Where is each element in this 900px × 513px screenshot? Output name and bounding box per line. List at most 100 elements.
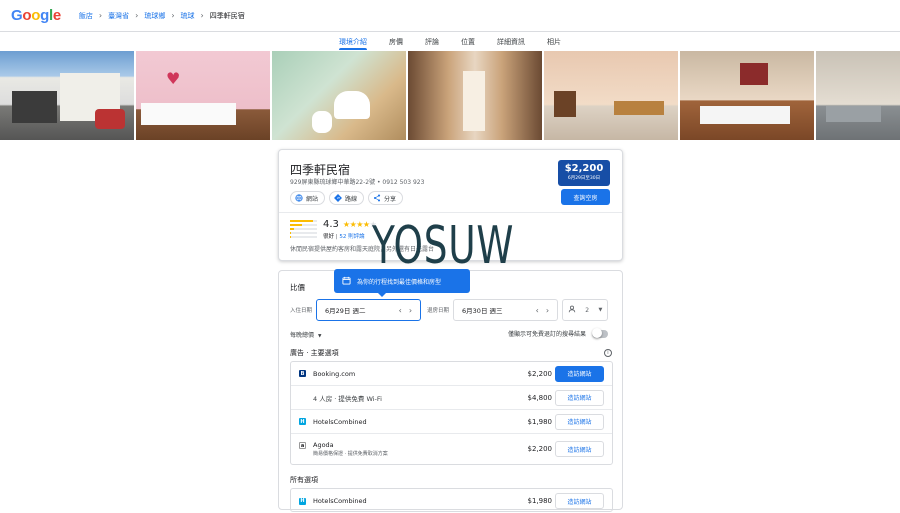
review-count-link[interactable]: 52 則評論 (339, 234, 364, 240)
rating-summary: 4.3 ★★★★★ (323, 219, 377, 230)
offer-price: $2,200 (527, 445, 553, 453)
offer-row[interactable]: H HotelsCombined $1,980 造訪網站 (291, 410, 612, 434)
price-dates: 6月29日至30日 (567, 176, 601, 181)
photo-pink-room[interactable]: ♥ (136, 51, 270, 140)
breadcrumb-township[interactable]: 琉球鄉 (144, 11, 165, 21)
chevron-right-icon: › (200, 11, 204, 20)
photo-lounge[interactable] (544, 51, 678, 140)
tab-photos[interactable]: 相片 (547, 33, 561, 50)
guest-selector[interactable]: 2 ▼ (562, 299, 609, 321)
hotelscombined-logo-icon: H (299, 497, 306, 505)
person-icon (568, 305, 576, 315)
visit-site-button[interactable]: 造訪網站 (555, 441, 604, 457)
visit-site-button[interactable]: 造訪網站 (555, 365, 604, 382)
share-button[interactable]: 分享 (368, 191, 404, 205)
offer-price: $1,980 (527, 417, 553, 426)
guest-count: 2 (585, 306, 590, 314)
tooltip-text: 為你的行程找到最佳價格和房型 (357, 278, 442, 286)
offer-row[interactable]: H HotelsCombined $1,980 造訪網站 (291, 489, 612, 513)
sponsored-header: 廣告 · 主要選項 (290, 349, 339, 357)
photo-bedroom[interactable] (680, 51, 814, 140)
hotel-name: 四季軒民宿 (290, 163, 351, 177)
chevron-left-icon[interactable]: ‹ (536, 306, 539, 315)
offer-name: HotelsCombined (313, 417, 367, 426)
rating-bar (290, 224, 317, 226)
checkin-value: 6月29日 週二 (325, 307, 366, 315)
checkout-label: 退房日期 (427, 308, 450, 314)
offer-price: $4,800 (527, 393, 553, 402)
check-availability-button[interactable]: 查詢空房 (561, 189, 610, 205)
visit-site-button[interactable]: 造訪網站 (555, 413, 604, 430)
website-button[interactable]: 網站 (290, 191, 326, 205)
action-chips: 網站 路線 分享 (290, 191, 404, 205)
google-logo[interactable]: Google (11, 7, 61, 24)
directions-button[interactable]: 路線 (329, 191, 365, 205)
hotel-address: 929屏東縣琉球鄉中華路22-2號 • 0912 503 923 (290, 179, 425, 186)
breadcrumb-area[interactable]: 琉球 (181, 11, 195, 21)
chevron-right-icon: › (171, 11, 175, 20)
rating-bar (290, 236, 317, 238)
rating-word: 很好 (323, 234, 335, 240)
directions-icon (334, 194, 342, 202)
offer-price: $1,980 (527, 497, 553, 505)
dropdown-arrow-icon: ▼ (317, 334, 322, 339)
offer-name: HotelsCombined (313, 497, 367, 505)
rating-bar (290, 228, 317, 230)
free-cancel-filter: 僅顯示可免費退訂的搜尋結果 (507, 328, 608, 338)
date-picker-row: 入住日期 6月29日 週二 ‹ › 退房日期 6月30日 週三 ‹ › 2 ▼ (290, 299, 609, 321)
share-label: 分享 (384, 195, 397, 203)
share-icon (373, 194, 381, 202)
rate-selector-label: 每晚總價 (290, 332, 315, 339)
price-comparison-panel: 比價 為你的行程找到最佳價格和房型 入住日期 6月29日 週二 ‹ › 退房日期 … (278, 269, 623, 512)
offer-name: Booking.com (313, 369, 356, 378)
heart-icon: ♥ (166, 69, 181, 88)
breadcrumb-hotels[interactable]: 飯店 (79, 11, 93, 21)
chevron-right-icon[interactable]: › (409, 306, 412, 315)
photo-gallery[interactable]: ♥ (0, 51, 900, 140)
top-bar: Google 飯店 › 臺灣省 › 琉球鄉 › 琉球 › 四季軒民宿 (0, 0, 900, 32)
all-offers: H HotelsCombined $1,980 造訪網站 (290, 488, 613, 512)
offer-row[interactable]: B Booking.com $2,200 造訪網站 (291, 362, 612, 386)
section-tabs: 環境介紹 房價 評論 位置 詳細資訊 相片 (0, 33, 900, 50)
divider (279, 212, 622, 213)
chevron-right-icon: › (98, 11, 103, 20)
offer-price: $2,200 (527, 369, 553, 378)
breadcrumb-province[interactable]: 臺灣省 (108, 11, 129, 21)
rating-distribution (290, 220, 317, 240)
price-badge[interactable]: $2,200 6月29日至30日 (558, 160, 610, 186)
checkout-date-field[interactable]: 6月30日 週三 ‹ › (453, 299, 559, 321)
free-cancel-label: 僅顯示可免費退訂的搜尋結果 (507, 331, 586, 338)
tab-overview[interactable]: 環境介紹 (339, 33, 367, 50)
hotelscombined-logo-icon: H (299, 418, 306, 425)
agoda-logo-icon: a (299, 442, 306, 449)
rate-selector[interactable]: 每晚總價 ▼ (290, 330, 321, 339)
photo-room-sofa[interactable] (816, 51, 900, 140)
dropdown-arrow-icon: ▼ (598, 307, 603, 313)
photo-hallway[interactable] (408, 51, 542, 140)
tab-prices[interactable]: 房價 (389, 33, 403, 50)
offer-row[interactable]: 4 人房 · 提供免費 Wi-Fi $4,800 造訪網站 (291, 386, 612, 410)
booking-logo-icon: B (299, 370, 306, 377)
rating-bar (290, 232, 317, 234)
photo-exterior[interactable] (0, 51, 134, 140)
tab-details[interactable]: 詳細資訊 (497, 33, 525, 50)
chevron-left-icon[interactable]: ‹ (399, 306, 402, 315)
rating-subtitle: 很好 | 52 則評論 (323, 234, 365, 240)
offer-name: 4 人房 · 提供免費 Wi-Fi (313, 394, 382, 403)
photo-bathroom[interactable] (272, 51, 406, 140)
breadcrumb: 飯店 › 臺灣省 › 琉球鄉 › 琉球 › 四季軒民宿 (79, 11, 245, 21)
price-compare-title: 比價 (290, 283, 305, 292)
tab-reviews[interactable]: 評論 (425, 33, 439, 50)
free-cancel-toggle[interactable] (592, 328, 608, 338)
tab-location[interactable]: 位置 (461, 33, 475, 50)
offer-name: Agoda (313, 441, 334, 449)
breadcrumb-current: 四季軒民宿 (209, 11, 245, 20)
visit-site-button[interactable]: 造訪網站 (555, 493, 604, 509)
offer-row[interactable]: a Agoda 簡易價格保證 · 提供免費取消方案 $2,200 造訪網站 (291, 434, 612, 464)
info-icon[interactable]: i (604, 349, 612, 357)
checkin-date-field[interactable]: 6月29日 週二 ‹ › (316, 299, 422, 321)
visit-site-button[interactable]: 造訪網站 (555, 389, 604, 406)
price-value: $2,200 (564, 163, 604, 174)
chevron-right-icon[interactable]: › (546, 306, 549, 315)
watermark: YOSUW (372, 216, 515, 276)
